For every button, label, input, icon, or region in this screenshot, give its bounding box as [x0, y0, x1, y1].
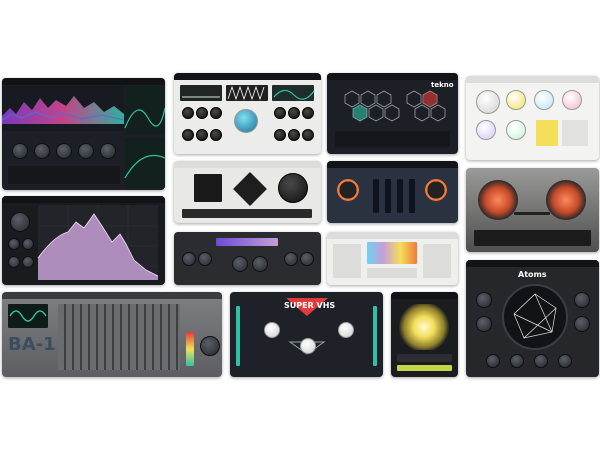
meter [186, 332, 194, 366]
plugin-title: BA-1 [8, 334, 56, 355]
filter-graph [37, 205, 159, 280]
titlebar [391, 292, 458, 299]
dial-knob[interactable] [302, 129, 314, 141]
dot-matrix[interactable] [194, 174, 222, 202]
plugin-color-pad[interactable] [327, 232, 458, 285]
control-row [8, 166, 120, 184]
plugin-drum-machine[interactable] [174, 161, 321, 223]
dial-knob[interactable] [300, 338, 316, 354]
plugin-compressor[interactable] [327, 161, 458, 223]
dial-knob[interactable] [288, 129, 300, 141]
dial-knob[interactable] [196, 129, 208, 141]
dial-knob[interactable] [337, 179, 359, 201]
dial-knob[interactable] [210, 107, 222, 119]
tape-reel-left[interactable] [478, 180, 518, 220]
plugin-tekno[interactable]: tekno [327, 73, 458, 154]
titlebar [2, 292, 222, 299]
dial-knob[interactable] [534, 90, 554, 110]
dial-knob[interactable] [425, 179, 447, 201]
titlebar [174, 161, 321, 168]
dial-knob[interactable] [182, 107, 194, 119]
plugin-tape-reels[interactable] [466, 168, 599, 252]
meter [373, 179, 379, 213]
meter [385, 179, 391, 213]
display [216, 238, 278, 246]
titlebar [327, 232, 458, 239]
dial-knob[interactable] [274, 107, 286, 119]
dial-knob[interactable] [12, 143, 28, 159]
dial-knob[interactable] [100, 143, 116, 159]
plugin-light-grid[interactable] [466, 76, 599, 160]
button-row [397, 365, 452, 371]
gradient-display[interactable] [367, 242, 417, 264]
dial-knob[interactable] [476, 316, 492, 332]
dial-knob[interactable] [476, 120, 496, 140]
plugin-title: SUPER VHS [284, 301, 336, 310]
fader-bank[interactable] [58, 304, 180, 370]
dial-knob[interactable] [574, 316, 590, 332]
dial-knob[interactable] [78, 143, 94, 159]
plugin-title: Atoms [518, 270, 547, 279]
dial-knob[interactable] [562, 90, 582, 110]
dial-knob[interactable] [506, 90, 526, 110]
side-rail [236, 306, 240, 366]
titlebar [466, 260, 599, 267]
dial-knob[interactable] [574, 292, 590, 308]
plugin-super-vhs[interactable]: SUPER VHS [230, 292, 383, 377]
dial-knob[interactable] [558, 354, 572, 368]
dial-knob[interactable] [510, 354, 524, 368]
dial-knob[interactable] [300, 252, 314, 266]
dial-knob[interactable] [302, 107, 314, 119]
button-row [182, 209, 312, 218]
plugin-compact-synth[interactable] [174, 232, 321, 285]
plugin-atoms[interactable]: Atoms [466, 260, 599, 377]
tape-path [514, 212, 550, 215]
dial-knob[interactable] [486, 354, 500, 368]
dial-knob[interactable] [182, 252, 196, 266]
dial-knob[interactable] [288, 107, 300, 119]
dial-knob[interactable] [56, 143, 72, 159]
dial-knob[interactable] [284, 252, 298, 266]
dial-knob[interactable] [200, 336, 220, 356]
sine-wave [9, 310, 47, 322]
dial-knob[interactable] [232, 256, 248, 272]
globe-icon [234, 109, 258, 133]
key-row[interactable] [423, 244, 451, 278]
plugin-modular-synth[interactable] [174, 73, 321, 154]
dial-knob[interactable] [252, 256, 268, 272]
pad-grid[interactable] [562, 120, 588, 146]
waveform-row [397, 354, 452, 362]
meter [409, 179, 415, 213]
plugin-filter-curve[interactable] [2, 196, 165, 285]
orb-display [399, 304, 449, 350]
tape-reel-right[interactable] [546, 180, 586, 220]
side-rail [373, 306, 377, 366]
key-row[interactable] [333, 244, 361, 278]
titlebar [327, 161, 458, 168]
dial-knob[interactable] [264, 322, 280, 338]
plugin-ba1[interactable]: BA-1 [2, 292, 222, 377]
dial-knob[interactable] [278, 173, 308, 203]
button-row [367, 268, 417, 278]
dial-knob[interactable] [182, 129, 194, 141]
titlebar [466, 76, 599, 83]
dial-knob[interactable] [274, 129, 286, 141]
plugin-spectral-analyzer[interactable] [2, 78, 165, 190]
dial-knob[interactable] [338, 322, 354, 338]
meter [397, 179, 403, 213]
pad-grid[interactable] [536, 120, 558, 146]
dial-knob[interactable] [210, 129, 222, 141]
control-row [474, 230, 591, 246]
dial-knob[interactable] [506, 120, 526, 140]
dial-knob[interactable] [476, 90, 500, 114]
network-graph [513, 293, 557, 339]
plugin-orb[interactable] [391, 292, 458, 377]
step-row [335, 131, 450, 147]
dial-knob[interactable] [198, 252, 212, 266]
dial-knob[interactable] [534, 354, 548, 368]
dial-knob[interactable] [476, 292, 492, 308]
dial-knob[interactable] [196, 107, 208, 119]
diamond-pad[interactable] [233, 172, 267, 206]
dial-knob[interactable] [34, 143, 50, 159]
